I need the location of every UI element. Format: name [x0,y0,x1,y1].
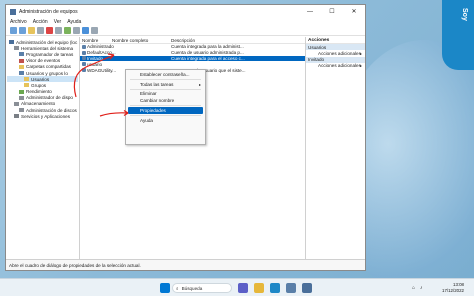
forward-icon[interactable] [19,27,26,34]
annotation-arrow-properties [99,109,129,117]
cell-description: Cuenta integrada para el acceso c... [171,55,245,61]
column-name[interactable]: Nombre [80,38,112,43]
tree-node-label: Usuarios y grupos lo [26,70,68,76]
menu-bar: Archivo Acción Ver Ayuda [6,18,365,26]
annotation-arrow-tree [73,53,115,98]
computer-management-taskbar-icon[interactable] [302,283,312,293]
storage-icon [14,101,19,106]
tree-node[interactable]: Servicios y Aplicaciones [7,113,78,119]
performance-icon [19,89,24,94]
tools-icon [14,46,19,51]
taskbar: ⌕ Búsqueda ⌂ ♪ 13:08 17/12/2022 [0,278,474,296]
site-watermark: Soy [442,0,474,70]
folder-icon [24,83,29,88]
column-full-name[interactable]: Nombre completo [112,38,171,43]
tree-node-label: Usuarios [31,76,50,82]
edge-icon[interactable] [270,283,280,293]
cell-description: Cuenta integrada para la administ... [171,44,244,50]
device-manager-icon [19,95,24,100]
more-actions-usuarios[interactable]: Acciones adicionales [306,50,365,57]
tree-node-label: Almacenamiento [21,101,56,107]
cell-description: Cuenta de usuario administrada p... [171,50,244,56]
disk-icon [19,108,24,113]
menu-ver[interactable]: Ver [54,19,62,25]
app-icon [10,8,16,15]
context-menu-item[interactable]: Todas las tareas [126,81,205,88]
properties-icon[interactable] [55,27,62,34]
refresh-icon[interactable] [64,27,71,34]
tree-node-label: Administración de discos [26,107,77,113]
clock-date: 17/12/2022 [442,287,464,293]
tree-node-label: Rendimiento [26,89,52,95]
context-menu-item[interactable]: Establecer contraseña... [126,71,205,78]
tree-node-label: Grupos [31,82,47,88]
delete-icon[interactable] [46,27,53,34]
context-menu-item[interactable]: Eliminar [126,91,205,98]
system-clock[interactable]: 13:08 17/12/2022 [442,282,464,293]
search-label: Búsqueda [181,285,203,291]
menu-accion[interactable]: Acción [33,19,48,25]
minimize-button[interactable]: — [299,5,321,18]
context-menu-item[interactable]: Propiedades [128,107,203,114]
maximize-button[interactable]: ☐ [321,5,343,18]
show-tree-icon[interactable] [37,27,44,34]
start-icon[interactable] [160,283,170,293]
tree-node-label: Servicios y Aplicaciones [21,113,71,119]
volume-icon[interactable]: ♪ [420,285,423,291]
search-icon: ⌕ [176,285,179,291]
users-icon [19,71,24,76]
context-menu-item[interactable]: Ayuda [126,117,205,124]
clock-icon [19,52,24,57]
services-icon [14,114,19,119]
status-bar: Abre el cuadro de diálogo de propiedades… [6,259,365,270]
actions-header: Acciones [306,37,365,44]
actions-pane: Acciones Usuarios Acciones adicionales I… [306,37,365,259]
more-actions-invitado[interactable]: Acciones adicionales [306,63,365,70]
context-menu-item[interactable]: Cambiar nombre [126,97,205,104]
help-icon[interactable] [82,27,89,34]
file-explorer-icon[interactable] [254,283,264,293]
tree-node-label: Carpetas compartidas [26,64,71,70]
tree-node-label: Administración del equipo (loc [16,39,78,45]
computer-management-window: Administración de equipos — ☐ ✕ Archivo … [5,4,366,271]
event-viewer-icon [19,58,24,63]
network-icon[interactable]: ⌂ [412,285,415,291]
window-title: Administración de equipos [19,8,78,15]
context-menu: Establecer contraseña... Todas las tareas… [125,69,206,145]
up-folder-icon[interactable] [28,27,35,34]
view-icon[interactable] [91,27,98,34]
tree-node-label: Visor de eventos [26,58,61,64]
folder-icon [19,64,24,69]
computer-icon [9,40,14,45]
title-bar[interactable]: Administración de equipos — ☐ ✕ [6,5,365,18]
taskbar-search[interactable]: ⌕ Búsqueda [172,283,232,293]
toolbar [6,26,365,36]
back-icon[interactable] [10,27,17,34]
close-button[interactable]: ✕ [343,5,365,18]
column-description[interactable]: Descripción [171,38,305,43]
folder-icon [24,77,29,82]
store-icon[interactable] [286,283,296,293]
teams-icon[interactable] [238,283,248,293]
menu-ayuda[interactable]: Ayuda [67,19,81,25]
list-header: Nombre Nombre completo Descripción [80,37,305,44]
menu-archivo[interactable]: Archivo [10,19,27,25]
export-icon[interactable] [73,27,80,34]
